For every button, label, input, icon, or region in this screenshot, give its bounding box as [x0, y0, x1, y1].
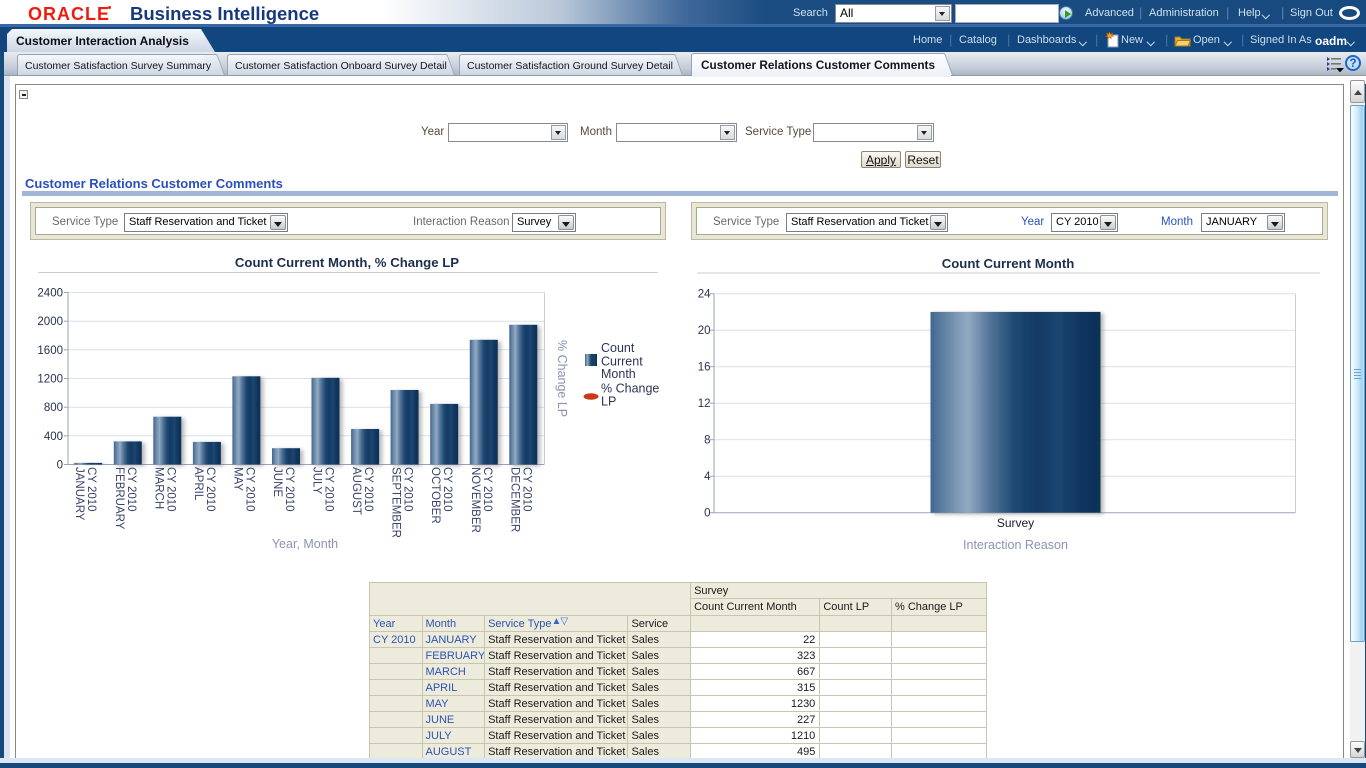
svg-text:Month: Month	[601, 367, 636, 381]
svg-text:Count: Count	[601, 341, 635, 355]
svg-text:CY 2010APRIL: CY 2010APRIL	[192, 467, 216, 512]
svg-text:CY 2010MARCH: CY 2010MARCH	[152, 467, 176, 512]
svg-text:8: 8	[704, 435, 710, 447]
svg-text:Survey: Survey	[997, 516, 1034, 530]
svg-text:?: ?	[1349, 58, 1356, 70]
svg-text:Year, Month: Year, Month	[272, 537, 338, 551]
svg-text:1200: 1200	[37, 374, 63, 386]
svg-text:CY 2010JANUARY: CY 2010JANUARY	[73, 467, 97, 521]
svg-text:CY 2010JUNE: CY 2010JUNE	[271, 467, 295, 512]
svg-text:LP: LP	[601, 395, 616, 409]
svg-text:CY 2010MAY: CY 2010MAY	[231, 467, 255, 512]
svg-text:24: 24	[698, 289, 711, 301]
svg-text:CY 2010DECEMBER: CY 2010DECEMBER	[508, 467, 532, 532]
svg-text:2400: 2400	[37, 288, 63, 300]
svg-text:% Change: % Change	[601, 382, 659, 396]
svg-text:CY 2010SEPTEMBER: CY 2010SEPTEMBER	[390, 467, 414, 538]
svg-text:12: 12	[698, 398, 711, 410]
svg-text:16: 16	[698, 362, 711, 374]
svg-text:Interaction Reason: Interaction Reason	[963, 538, 1068, 552]
svg-text:0: 0	[704, 508, 710, 520]
svg-text:0: 0	[57, 460, 63, 472]
svg-text:1600: 1600	[37, 345, 63, 357]
svg-text:CY 2010NOVEMBER: CY 2010NOVEMBER	[469, 467, 493, 533]
svg-text:CY 2010FEBRUARY: CY 2010FEBRUARY	[113, 467, 137, 530]
svg-text:800: 800	[44, 402, 63, 414]
svg-text:CY 2010JULY: CY 2010JULY	[311, 467, 335, 512]
svg-text:Count Current Month: Count Current Month	[942, 256, 1075, 271]
svg-text:400: 400	[44, 431, 63, 443]
svg-text:CY 2010AUGUST: CY 2010AUGUST	[350, 467, 374, 515]
svg-text:2000: 2000	[37, 316, 63, 328]
svg-text:20: 20	[698, 325, 711, 337]
svg-text:% Change LP: % Change LP	[555, 340, 569, 417]
svg-text:4: 4	[704, 471, 711, 483]
svg-text:CY 2010OCTOBER: CY 2010OCTOBER	[429, 467, 453, 524]
svg-text:Count Current Month, % Change: Count Current Month, % Change LP	[235, 255, 459, 270]
